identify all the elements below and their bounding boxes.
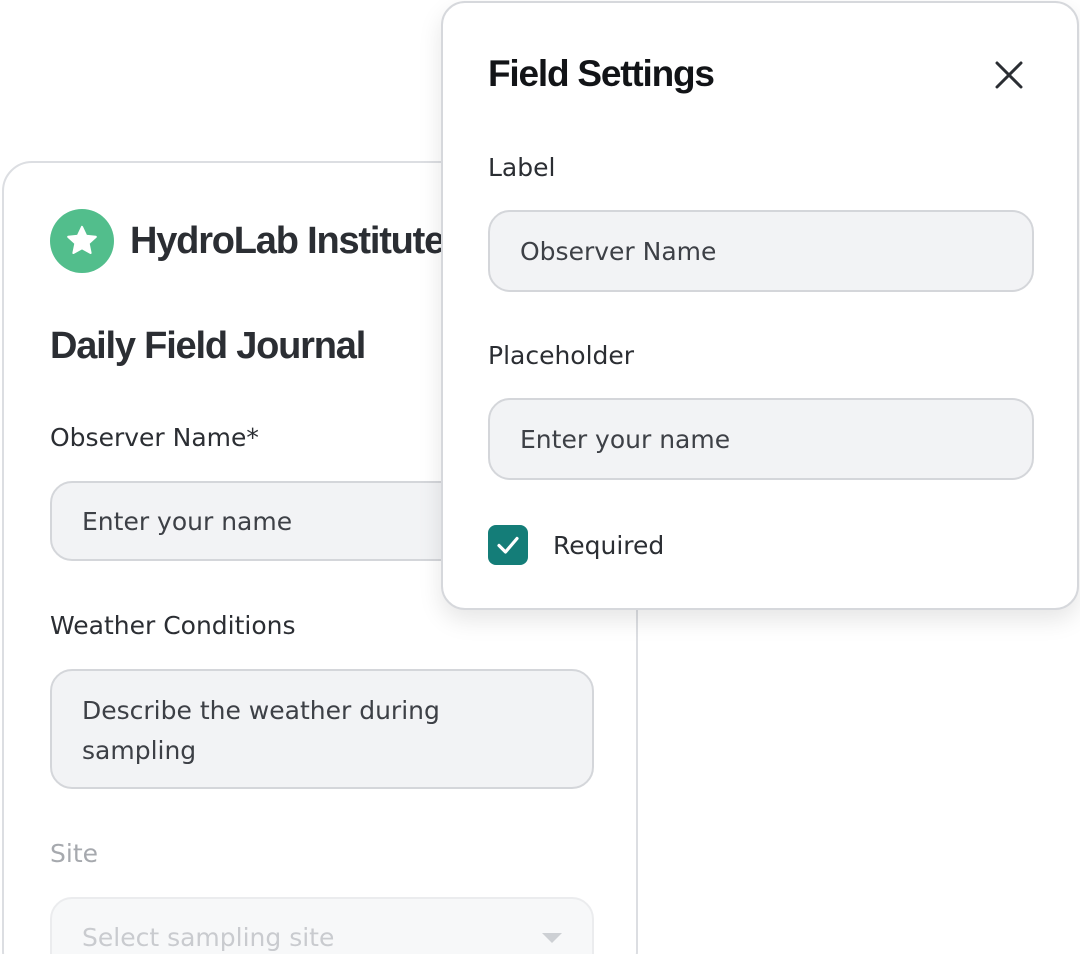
- canvas: HydroLab Institute Daily Field Journal O…: [0, 0, 1080, 954]
- placeholder-input[interactable]: [488, 398, 1034, 480]
- close-icon: [995, 61, 1023, 89]
- observer-name-label: Observer Name*: [50, 423, 259, 452]
- label-input[interactable]: [488, 210, 1034, 292]
- weather-conditions-label: Weather Conditions: [50, 611, 296, 640]
- required-label: Required: [553, 530, 665, 560]
- weather-conditions-placeholder: Describe the weather during sampling: [82, 696, 440, 765]
- field-settings-popover: Field Settings Label Placeholder Require…: [441, 1, 1079, 610]
- site-label: Site: [50, 839, 98, 868]
- star-icon: [67, 225, 97, 254]
- popover-title: Field Settings: [488, 53, 715, 94]
- brand-name: HydroLab Institute: [130, 219, 445, 262]
- close-button[interactable]: [983, 49, 1035, 101]
- form-title: Daily Field Journal: [50, 325, 366, 367]
- checkmark-icon: [497, 536, 519, 554]
- chevron-down-icon: [542, 933, 562, 943]
- brand-header: HydroLab Institute: [50, 209, 445, 273]
- site-placeholder: Select sampling site: [82, 922, 335, 952]
- weather-conditions-textarea[interactable]: Describe the weather during sampling: [50, 669, 594, 789]
- required-checkbox[interactable]: [488, 525, 528, 565]
- observer-name-placeholder: Enter your name: [82, 506, 293, 536]
- site-select: Select sampling site: [50, 897, 594, 954]
- brand-logo: [50, 209, 114, 273]
- required-toggle[interactable]: Required: [488, 525, 664, 565]
- placeholder-heading: Placeholder: [488, 341, 635, 370]
- label-heading: Label: [488, 153, 556, 182]
